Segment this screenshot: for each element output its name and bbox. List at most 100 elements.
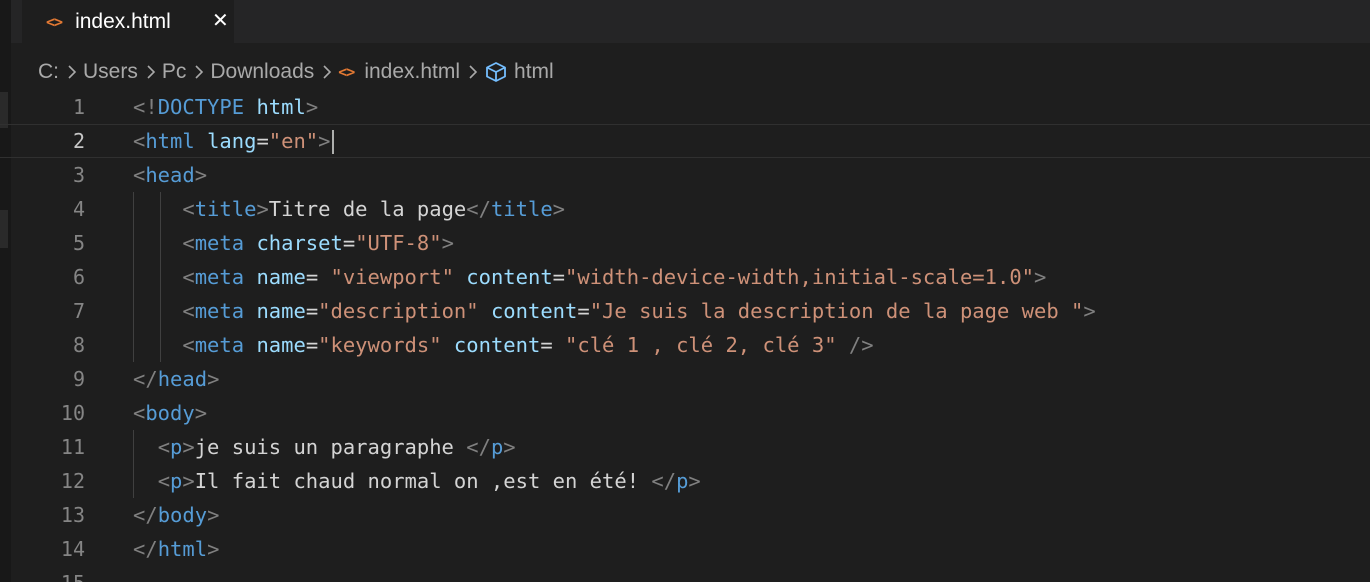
code-token: < — [182, 231, 195, 255]
close-icon[interactable]: ✕ — [212, 8, 229, 32]
code-token: "width-device-width,initial-scale=1.0" — [565, 265, 1035, 289]
code-token: = — [540, 333, 566, 357]
breadcrumb-item-symbol[interactable]: html — [514, 60, 554, 84]
code-token: < — [182, 265, 195, 289]
code-token: meta — [194, 265, 245, 289]
code-token: DOCTYPE — [157, 95, 245, 119]
code-token: < — [182, 299, 195, 323]
code-token: je suis un paragraphe — [194, 435, 467, 459]
code-token: < — [182, 333, 195, 357]
code-token: > — [256, 197, 269, 221]
tab-bar: <> index.html ✕ — [11, 0, 1370, 43]
code-token: lang — [207, 129, 257, 153]
code-line[interactable]: 15 — [0, 566, 1370, 582]
line-number: 8 — [72, 333, 85, 357]
symbol-element-icon — [484, 61, 508, 83]
code-token: > — [318, 129, 331, 153]
code-token: </ — [133, 367, 158, 391]
code-token: <! — [133, 95, 158, 119]
code-token: html — [256, 95, 306, 119]
code-line[interactable]: 11 <p>je suis un paragraphe </p> — [0, 430, 1370, 464]
code-token: </ — [466, 435, 491, 459]
tab-label: index.html — [75, 9, 171, 33]
code-line[interactable]: 5 <meta charset="UTF-8"> — [0, 226, 1370, 260]
code-line[interactable]: 2 <html lang="en"> — [0, 124, 1370, 158]
code-token: > — [207, 503, 220, 527]
code-line[interactable]: 14 </html> — [0, 532, 1370, 566]
code-text: <head> — [133, 158, 207, 192]
code-token: < — [157, 469, 171, 493]
code-token: = — [305, 265, 331, 289]
code-token: > — [1083, 299, 1096, 323]
code-token: > — [305, 95, 319, 119]
code-line[interactable]: 3 <head> — [0, 158, 1370, 192]
code-token: "Je suis la description de la page web " — [589, 299, 1084, 323]
tab-index-html[interactable]: <> index.html ✕ — [22, 0, 234, 43]
line-number: 4 — [72, 197, 85, 221]
code-token: title — [194, 197, 257, 221]
code-token: "en" — [268, 129, 319, 153]
code-token: > — [503, 435, 516, 459]
chevron-right-icon — [322, 64, 332, 80]
code-line[interactable]: 13 </body> — [0, 498, 1370, 532]
code-token: </ — [133, 537, 158, 561]
code-token: < — [133, 129, 146, 153]
code-token: = — [342, 231, 356, 255]
code-line[interactable]: 12 <p>Il fait chaud normal on ,est en ét… — [0, 464, 1370, 498]
breadcrumb-item-drive[interactable]: C: — [38, 60, 59, 84]
breadcrumb-item-file[interactable]: index.html — [364, 60, 460, 84]
line-number: 1 — [72, 95, 85, 119]
line-number: 14 — [60, 537, 85, 561]
code-line[interactable]: 1 <!DOCTYPE html> — [0, 90, 1370, 124]
code-token: name — [256, 299, 306, 323]
breadcrumb-item-pc[interactable]: Pc — [162, 60, 187, 84]
code-token: = — [305, 299, 319, 323]
code-token: > — [194, 163, 208, 187]
chevron-right-icon — [146, 64, 156, 80]
code-token: = — [256, 129, 269, 153]
code-text: </html> — [133, 532, 219, 566]
code-text: </head> — [133, 362, 219, 396]
code-line[interactable]: 8 <meta name="keywords" content= "clé 1 … — [0, 328, 1370, 362]
code-token: name — [256, 265, 306, 289]
code-token: </ — [651, 469, 677, 493]
code-text: <title>Titre de la page</title> — [133, 192, 565, 226]
code-token: = — [305, 333, 319, 357]
code-line[interactable]: 7 <meta name="description" content="Je s… — [0, 294, 1370, 328]
code-token: > — [207, 537, 220, 561]
code-token: "clé 1 , clé 2, clé 3" — [565, 333, 837, 357]
code-line[interactable]: 9 </head> — [0, 362, 1370, 396]
code-token: "viewport" — [330, 265, 454, 289]
code-token: head — [157, 367, 208, 391]
code-token: "UTF-8" — [355, 231, 442, 255]
code-line[interactable]: 6 <meta name= "viewport" content="width-… — [0, 260, 1370, 294]
code-token: > — [207, 367, 220, 391]
breadcrumb: C: Users Pc Downloads <> index.html html — [38, 55, 554, 89]
code-line[interactable]: 10 <body> — [0, 396, 1370, 430]
line-number: 5 — [72, 231, 85, 255]
code-token: meta — [194, 231, 245, 255]
code-token: = — [552, 265, 566, 289]
html-file-icon: <> — [338, 63, 355, 81]
line-number: 10 — [60, 401, 85, 425]
line-number: 7 — [72, 299, 85, 323]
line-number: 6 — [72, 265, 85, 289]
code-token: > — [1034, 265, 1047, 289]
breadcrumb-item-users[interactable]: Users — [83, 60, 138, 84]
code-token: body — [157, 503, 208, 527]
code-text: <meta name="description" content="Je sui… — [133, 294, 1096, 328]
code-token: content — [466, 265, 553, 289]
breadcrumb-item-downloads[interactable]: Downloads — [210, 60, 314, 84]
code-token: title — [490, 197, 553, 221]
code-line[interactable]: 4 <title>Titre de la page</title> — [0, 192, 1370, 226]
code-editor[interactable]: 1 <!DOCTYPE html> 2 <html lang="en"> 3 <head>… — [0, 90, 1370, 582]
line-number: 12 — [60, 469, 85, 493]
